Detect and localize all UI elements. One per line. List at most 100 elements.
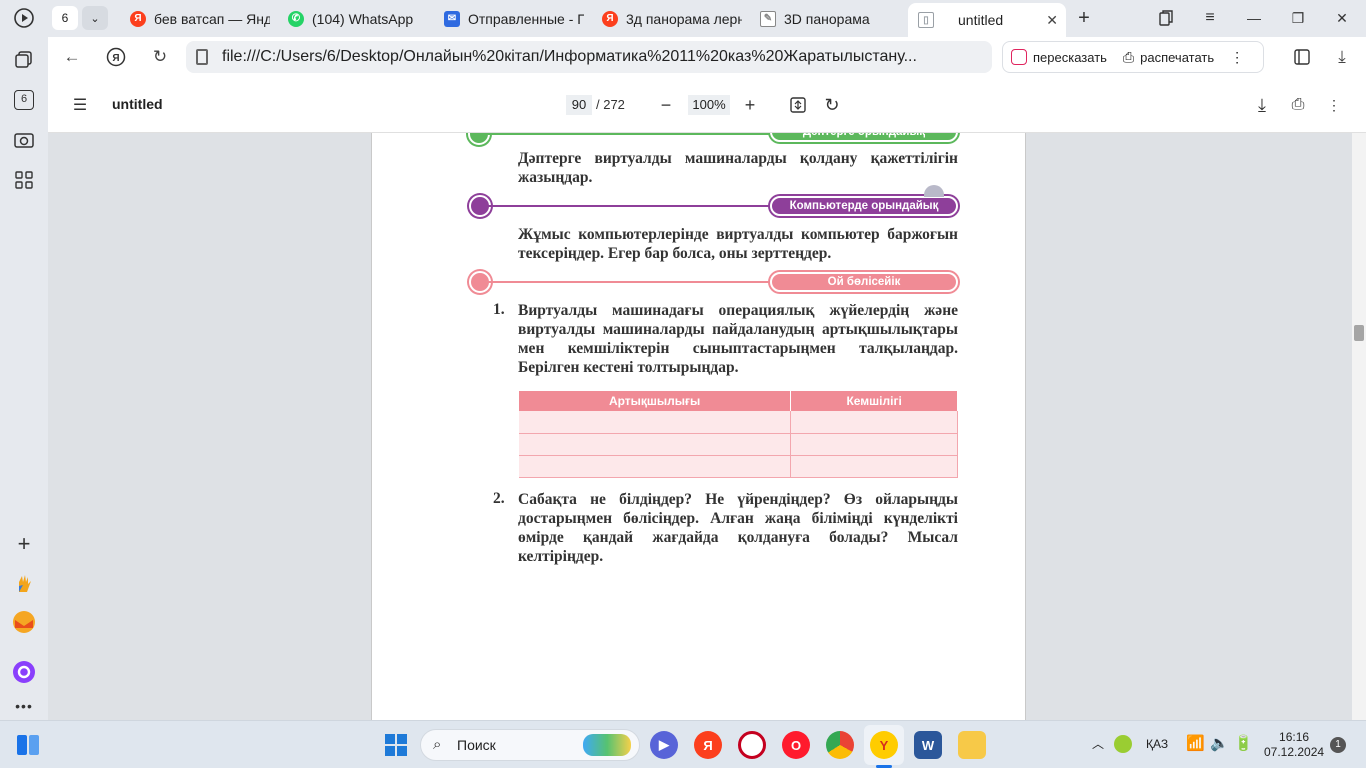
- item-1-text: Виртуалды машинадағы операциялық жүйелер…: [518, 302, 958, 376]
- reload-icon[interactable]: ↻: [146, 43, 174, 71]
- wifi-icon[interactable]: 📶: [1186, 734, 1205, 752]
- search-label: Поиск: [457, 737, 496, 753]
- notebook-banner-label: Дәптерге орындайық: [770, 133, 958, 142]
- language-indicator[interactable]: ҚАЗ: [1146, 737, 1168, 751]
- search-highlight-image: [583, 734, 631, 756]
- pdf-file-icon: ▯: [918, 12, 934, 28]
- print-label: распечатать: [1140, 49, 1215, 65]
- vertical-scrollbar[interactable]: [1352, 133, 1366, 720]
- screenshot-icon[interactable]: [8, 124, 40, 156]
- zoom-in-icon[interactable]: +: [738, 93, 762, 117]
- think-banner-label: Ой бөлісейік: [770, 272, 958, 292]
- taskbar-search[interactable]: ⌕ Поиск: [420, 729, 640, 761]
- pdf-page: Дәптерге орындайық Дәптерге виртуалды ма…: [372, 133, 1025, 720]
- reading-list-icon[interactable]: [1288, 43, 1316, 71]
- more-actions-icon[interactable]: ⋮: [1222, 42, 1252, 72]
- hand-app-icon[interactable]: [8, 567, 40, 599]
- retell-button[interactable]: пересказать: [1003, 42, 1115, 72]
- whiteboard-icon: ✎: [760, 10, 776, 27]
- tab-list-chevron-icon[interactable]: ⌄: [82, 6, 108, 30]
- tab-label: Отправленные - Пс: [468, 10, 584, 27]
- page-actions: пересказать ⎙ распечатать ⋮: [1002, 41, 1264, 73]
- word-icon[interactable]: W: [914, 731, 942, 759]
- page-total: / 272: [596, 97, 625, 112]
- chrome-icon[interactable]: [826, 731, 854, 759]
- browser-sidebar: 6 + •••: [0, 0, 48, 720]
- more-dots-icon[interactable]: •••: [8, 690, 40, 722]
- tab-yandex-panorama[interactable]: Я 3д панорама лерн: [592, 4, 742, 33]
- table-row: [519, 433, 958, 456]
- widgets-icon[interactable]: [14, 731, 42, 759]
- minimize-icon[interactable]: —: [1242, 6, 1266, 30]
- taskbar-clock[interactable]: 16:16 07.12.2024: [1264, 730, 1324, 760]
- notebook-task-text: Дәптерге виртуалды машиналарды қолдану қ…: [518, 150, 958, 186]
- rotate-icon[interactable]: ↻: [820, 93, 844, 117]
- zoom-level-input[interactable]: 100%: [688, 95, 730, 115]
- start-icon[interactable]: [382, 731, 410, 759]
- new-tab-icon[interactable]: +: [1072, 6, 1096, 30]
- opera-gx-icon[interactable]: [738, 731, 766, 759]
- meet-icon[interactable]: ▶: [650, 731, 678, 759]
- item-2-number: 2.: [493, 490, 505, 507]
- apps-grid-icon[interactable]: [8, 164, 40, 196]
- notification-badge[interactable]: 1: [1330, 737, 1346, 753]
- yandex-browser-icon[interactable]: Y: [870, 731, 898, 759]
- yandex-logo-icon[interactable]: Я: [102, 43, 130, 71]
- table-row: [519, 455, 958, 478]
- close-window-icon[interactable]: ✕: [1330, 6, 1354, 30]
- svg-text:Я: Я: [112, 53, 119, 64]
- clock-date: 07.12.2024: [1264, 745, 1325, 759]
- close-tab-icon[interactable]: ✕: [1046, 12, 1058, 29]
- pdf-more-icon[interactable]: ⋮: [1322, 93, 1346, 117]
- page-number-input[interactable]: 90: [566, 95, 592, 115]
- volume-icon[interactable]: 🔈: [1210, 734, 1229, 752]
- tab-counter[interactable]: 6: [52, 6, 78, 30]
- yandex-app-icon[interactable]: Я: [694, 731, 722, 759]
- hamburger-menu-icon[interactable]: ☰: [68, 93, 92, 117]
- tab-count-icon[interactable]: 6: [8, 84, 40, 116]
- mail-app-icon[interactable]: [8, 606, 40, 638]
- tab-label: untitled: [958, 12, 1004, 28]
- tab-label: 3д панорама лерн: [626, 10, 742, 27]
- retell-label: пересказать: [1033, 49, 1107, 65]
- download-icon[interactable]: ⤓: [1328, 43, 1356, 71]
- tab-label: бев ватсап — Яндe: [154, 10, 270, 27]
- table-header-cons: Кемшілігі: [790, 391, 958, 411]
- tab-3d-panorama[interactable]: ✎ 3D панорама: [750, 4, 900, 33]
- tab-label: 3D панорама: [784, 10, 870, 27]
- tabs-panel-icon[interactable]: [1154, 6, 1178, 30]
- computer-banner-label: Компьютерде орындайық: [770, 196, 958, 216]
- zoom-out-icon[interactable]: −: [654, 93, 678, 117]
- alice-icon[interactable]: [8, 656, 40, 688]
- restore-icon[interactable]: ❐: [1286, 6, 1310, 30]
- fit-page-icon[interactable]: [786, 93, 810, 117]
- tray-chevron-icon[interactable]: ︿: [1092, 735, 1104, 752]
- file-explorer-icon[interactable]: [958, 731, 986, 759]
- tab-yandex-search[interactable]: Я бев ватсап — Яндe: [120, 4, 270, 33]
- tab-untitled-active[interactable]: ▯ untitled ✕: [908, 3, 1066, 37]
- tab-mail[interactable]: ✉ Отправленные - Пс: [434, 4, 584, 33]
- menu-icon[interactable]: ≡: [1198, 6, 1222, 30]
- pdf-toolbar: ☰ untitled 90 / 272 − 100% + ↻ ⤓ ⎙ ⋮: [48, 77, 1366, 133]
- yandex-icon: Я: [602, 10, 618, 27]
- tab-whatsapp[interactable]: ✆ (104) WhatsApp: [278, 4, 428, 33]
- play-icon[interactable]: [8, 2, 40, 34]
- document-title: untitled: [112, 96, 163, 112]
- document-viewport[interactable]: Дәптерге орындайық Дәптерге виртуалды ма…: [48, 133, 1366, 720]
- add-panel-icon[interactable]: +: [8, 528, 40, 560]
- tray-app-icon[interactable]: [1114, 735, 1132, 753]
- back-arrow-icon[interactable]: ←: [58, 43, 86, 71]
- pdf-download-icon[interactable]: ⤓: [1250, 93, 1274, 117]
- collections-icon[interactable]: [8, 44, 40, 76]
- pdf-print-icon[interactable]: ⎙: [1286, 93, 1310, 117]
- scroll-thumb[interactable]: [1354, 325, 1364, 341]
- address-bar[interactable]: file:///C:/Users/6/Desktop/Онлайын%20кіт…: [186, 41, 992, 73]
- computer-task-text: Жұмыс компьютерлерінде виртуалды компьют…: [518, 226, 958, 262]
- windows-taskbar: ⌕ Поиск ▶ Я O Y W ︿ ҚАЗ 📶 🔈 🔋 16:16 07.1…: [0, 720, 1366, 768]
- print-page-button[interactable]: ⎙ распечатать: [1115, 42, 1222, 72]
- table-cell: [790, 455, 958, 478]
- opera-icon[interactable]: O: [782, 731, 810, 759]
- whatsapp-icon: ✆: [288, 10, 304, 27]
- yandex-icon: Я: [130, 10, 146, 27]
- battery-icon[interactable]: 🔋: [1234, 734, 1253, 752]
